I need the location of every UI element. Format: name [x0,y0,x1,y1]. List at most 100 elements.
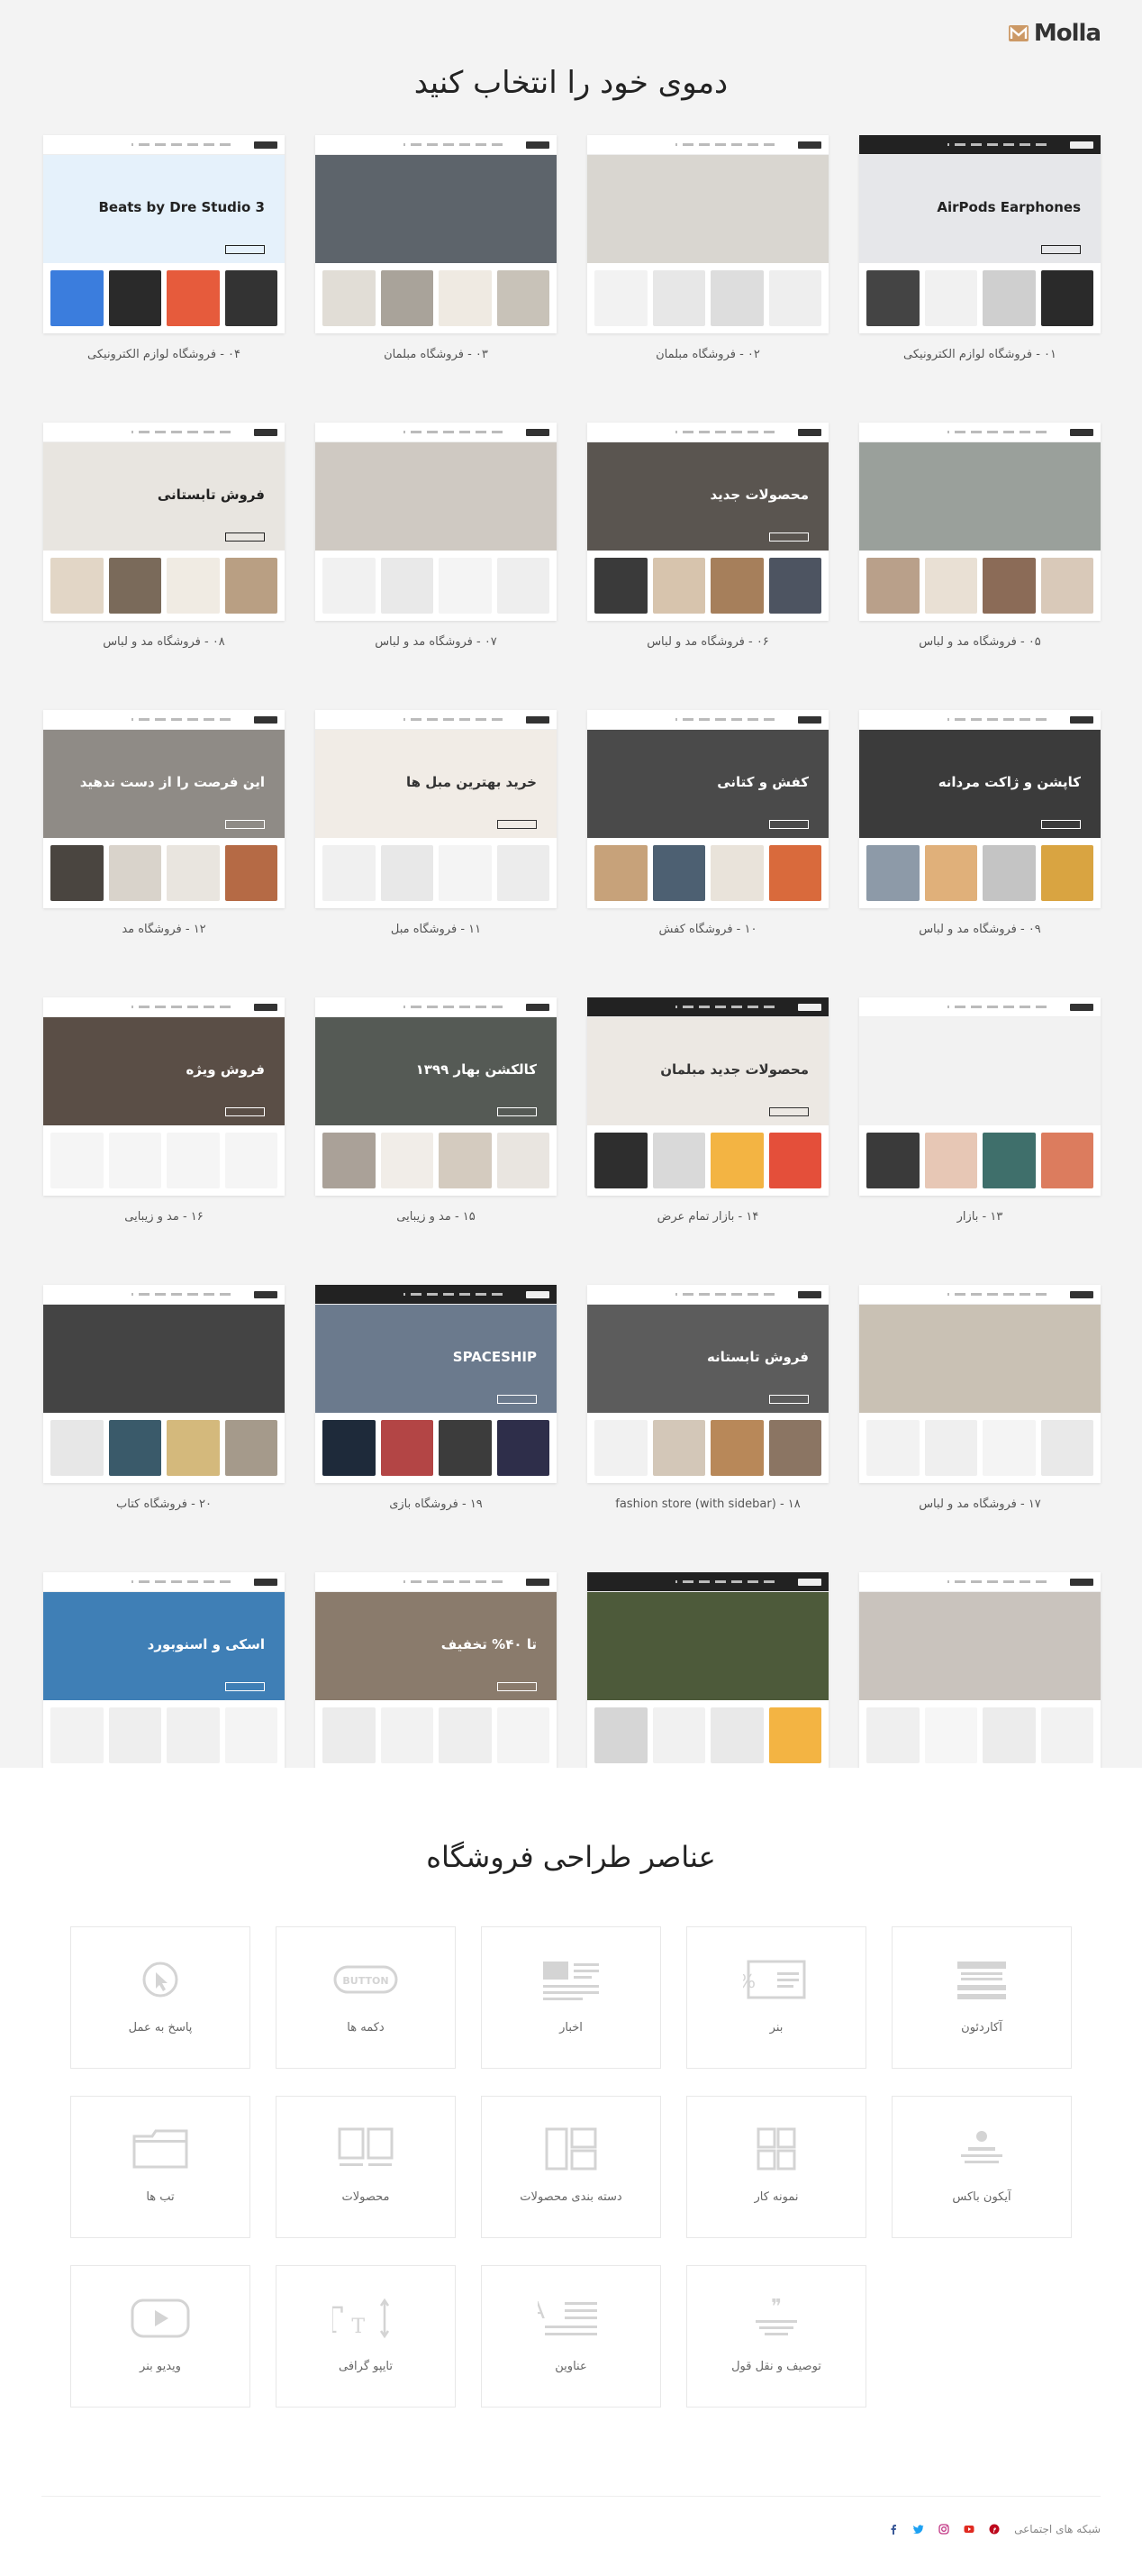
demo-card[interactable]: SPACESHIP ۱۹ - فروشگاه بازی [315,1285,557,1511]
thumbnail-menu [675,1006,775,1008]
demo-label[interactable]: ۱۷ - فروشگاه مد و لباس [859,1497,1101,1511]
demo-label[interactable]: ۰۸ - فروشگاه مد و لباس [43,635,285,649]
demo-card[interactable]: ۰۵ - فروشگاه مد و لباس [859,423,1101,649]
demo-card[interactable]: کاپشن و ژاکت مردانه ۰۹ - فروشگاه مد و لبا… [859,710,1101,936]
instagram-icon[interactable] [938,2524,949,2535]
demo-label[interactable]: ۲۰ - فروشگاه کتاب [43,1497,285,1511]
element-label: محصولات [341,2190,390,2204]
demo-thumbnail[interactable]: فروش ویژه [43,997,285,1196]
demo-label[interactable]: ۰۵ - فروشگاه مد و لباس [859,635,1101,649]
thumbnail-hero-button [225,532,265,542]
demo-thumbnail[interactable] [315,423,557,621]
pinterest-icon[interactable] [989,2524,1000,2535]
element-card[interactable]: BUTTON دکمه ها [276,1926,456,2069]
demo-card[interactable]: محصولات جدید مبلمان ۱۴ - بازار تمام عرض [587,997,829,1224]
demo-label[interactable]: ۰۲ - فروشگاه مبلمان [587,348,829,361]
demo-thumbnail[interactable]: فروش تابستانه [587,1285,829,1483]
element-card[interactable]: A عناوین [481,2265,661,2408]
demo-card[interactable]: Beats by Dre Studio 3 ۰۴ - فروشگاه لوازم … [43,135,285,361]
demo-card[interactable]: ۲۰ - فروشگاه کتاب [43,1285,285,1511]
youtube-icon[interactable] [964,2524,974,2535]
element-card[interactable]: پاسخ به عمل [70,1926,250,2069]
element-card[interactable]: محصولات [276,2096,456,2238]
element-card[interactable]: % بنر [686,1926,866,2069]
demo-card[interactable]: خرید بهترین مبل ها ۱۱ - فروشگاه مبل [315,710,557,936]
demo-thumbnail[interactable]: کالکشن بهار ۱۳۹۹ [315,997,557,1196]
demo-thumbnail[interactable] [315,135,557,333]
demo-card[interactable]: فروش ویژه ۱۶ - مد و زیبایی [43,997,285,1224]
element-card[interactable]: آیکون باکس [892,2096,1072,2238]
demo-thumbnail[interactable]: AirPods Earphones [859,135,1101,333]
element-card[interactable]: تب ها [70,2096,250,2238]
thumbnail-hero-button [769,532,809,542]
element-card[interactable]: ❞ توصیف و نقل قول [686,2265,866,2408]
svg-text:T: T [351,2316,365,2338]
demo-card[interactable]: ۰۷ - فروشگاه مد و لباس [315,423,557,649]
demo-card[interactable]: ۲۱ - فروشگاه ورزشی [859,1572,1101,1798]
demo-thumbnail[interactable] [587,135,829,333]
molla-logo[interactable]: Molla [1008,20,1101,47]
demo-thumbnail[interactable]: اسکی و اسنوبورد [43,1572,285,1770]
demo-label[interactable]: ۱۵ - مد و زیبایی [315,1210,557,1224]
demo-card[interactable]: کالکشن بهار ۱۳۹۹ ۱۵ - مد و زیبایی [315,997,557,1224]
demo-thumbnail[interactable]: خرید بهترین مبل ها [315,710,557,908]
demo-card[interactable]: محصولات جدید ۰۶ - فروشگاه مد و لباس [587,423,829,649]
demo-label[interactable]: ۱۴ - بازار تمام عرض [587,1210,829,1224]
demo-thumbnail[interactable] [859,1285,1101,1483]
demo-card[interactable]: فروش تابستانه fashion store (with sidebar… [587,1285,829,1511]
demo-card[interactable]: اسکی و اسنوبورد۲۴ - فروشگاه ورزشی [43,1572,285,1798]
element-card[interactable]: نمونه کار [686,2096,866,2238]
demo-thumbnail[interactable] [859,1572,1101,1770]
demo-thumbnail[interactable]: کاپشن و ژاکت مردانه [859,710,1101,908]
demo-card[interactable]: ۰۳ - فروشگاه مبلمان [315,135,557,361]
demo-thumbnail[interactable] [859,997,1101,1196]
demo-card[interactable]: ۱۳ - بازار [859,997,1101,1224]
twitter-icon[interactable] [913,2524,924,2535]
demo-card[interactable]: فروش تابستانی ۰۸ - فروشگاه مد و لباس [43,423,285,649]
thumbnail-products [594,1133,821,1188]
element-card[interactable]: ویدیو بنر [70,2265,250,2408]
demo-label[interactable]: ۱۶ - مد و زیبایی [43,1210,285,1224]
demo-thumbnail[interactable] [587,1572,829,1770]
demo-label[interactable]: ۰۴ - فروشگاه لوازم الکترونیکی [43,348,285,361]
demo-thumbnail[interactable] [43,1285,285,1483]
element-card[interactable]: TT تایپو گرافی [276,2265,456,2408]
demo-label[interactable]: ۰۳ - فروشگاه مبلمان [315,348,557,361]
demo-label[interactable]: ۱۰ - فروشگاه کفش [587,923,829,936]
thumbnail-header [315,1285,557,1305]
thumbnail-product [108,1420,161,1476]
demo-thumbnail[interactable]: تا ۴۰% تخفیف [315,1572,557,1770]
element-card[interactable]: آکاردئون [892,1926,1072,2069]
demo-card[interactable]: ۲۲ - فروشگاه ابزار [587,1572,829,1798]
demo-label[interactable]: ۰۱ - فروشگاه لوازم الکترونیکی [859,348,1101,361]
demo-label[interactable]: ۱۱ - فروشگاه مبل [315,923,557,936]
demo-label[interactable]: ۱۲ - فروشگاه مد [43,923,285,936]
element-card[interactable]: دسته بندی محصولات [481,2096,661,2238]
demo-label[interactable]: ۱۳ - بازار [859,1210,1101,1224]
testimonial-icon: ❞ [743,2297,810,2340]
demo-card[interactable]: کفش و کتانی ۱۰ - فروشگاه کفش [587,710,829,936]
demo-thumbnail[interactable]: کفش و کتانی [587,710,829,908]
element-card[interactable]: اخبار [481,1926,661,2069]
demo-label[interactable]: ۰۹ - فروشگاه مد و لباس [859,923,1101,936]
demo-label[interactable]: fashion store (with sidebar) - ۱۸ [587,1497,829,1511]
demo-thumbnail[interactable]: SPACESHIP [315,1285,557,1483]
demo-thumbnail[interactable]: محصولات جدید [587,423,829,621]
demo-thumbnail[interactable] [859,423,1101,621]
demo-label[interactable]: ۱۹ - فروشگاه بازی [315,1497,557,1511]
demo-thumbnail[interactable]: فروش تابستانی [43,423,285,621]
thumbnail-product [1040,1420,1093,1476]
thumbnail-product [224,1133,277,1188]
demo-card[interactable]: AirPods Earphones ۰۱ - فروشگاه لوازم الکت… [859,135,1101,361]
demo-label[interactable]: ۰۷ - فروشگاه مد و لباس [315,635,557,649]
demo-card[interactable]: ۱۷ - فروشگاه مد و لباس [859,1285,1101,1511]
demo-thumbnail[interactable]: Beats by Dre Studio 3 [43,135,285,333]
demo-thumbnail[interactable]: محصولات جدید مبلمان [587,997,829,1196]
demo-thumbnail[interactable]: این فرصت را از دست ندهید [43,710,285,908]
demo-card[interactable]: تا ۴۰% تخفیفfashion left navigation stor… [315,1572,557,1798]
demo-label[interactable]: ۰۶ - فروشگاه مد و لباس [587,635,829,649]
thumbnail-products [50,270,277,326]
demo-card[interactable]: این فرصت را از دست ندهید ۱۲ - فروشگاه مد [43,710,285,936]
demo-card[interactable]: ۰۲ - فروشگاه مبلمان [587,135,829,361]
facebook-icon[interactable] [888,2524,899,2535]
